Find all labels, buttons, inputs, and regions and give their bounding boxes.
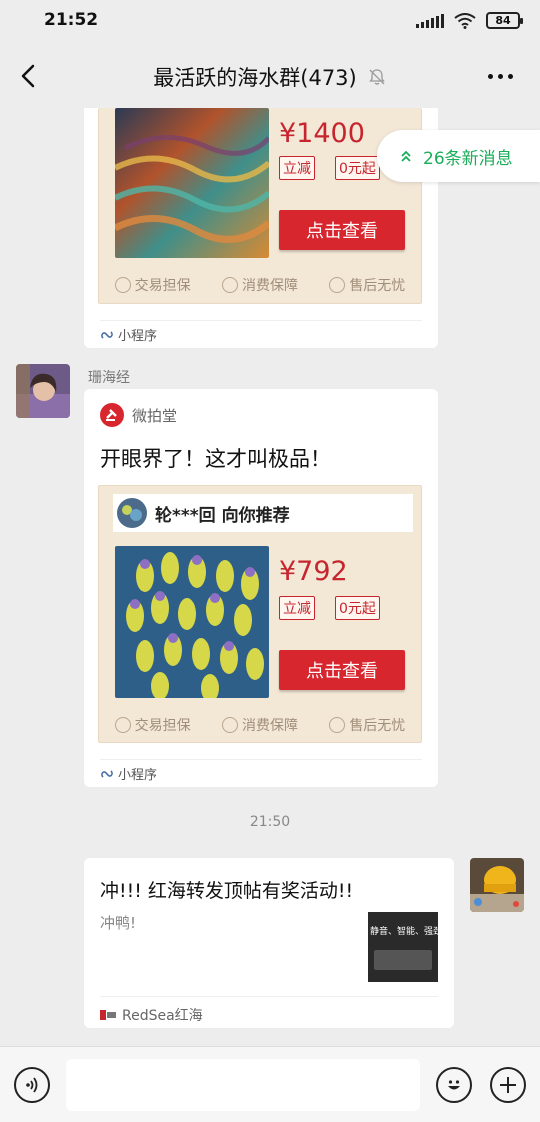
view-button-2[interactable]: 点击查看 [279,650,405,690]
link-desc-3: 冲鸭! [100,914,137,932]
signal-icon [416,13,444,28]
message-card-2[interactable]: 微拍堂 开眼界了！这才叫极品！ 轮***回 向你推荐 ¥792 立减 0元起 点… [84,389,438,787]
battery-icon: 84 [486,12,523,29]
guarantee-icon [114,277,131,293]
plus-icon [500,1077,516,1093]
redsea-logo-icon [100,1010,116,1020]
thumbnail-text: 静音、智能、强劲 [370,927,438,937]
recommender-row: 轮***回 向你推荐 [113,494,413,532]
app-header-2: 微拍堂 [100,403,177,427]
guarantee-icon [221,277,238,293]
guarantee-icon [329,717,346,733]
status-time: 21:52 [44,10,99,30]
miniprogram-label-2: 小程序 [100,759,422,787]
message-input[interactable] [66,1059,420,1111]
miniprogram-icon [101,769,113,778]
input-bar [0,1046,540,1122]
wifi-icon [454,12,476,29]
link-source-3: RedSea红海 [100,996,438,1025]
price-1: ¥1400 [279,118,365,149]
app-name-2: 微拍堂 [132,406,178,425]
title-bar: 最活跃的海水群(473) [0,44,540,108]
tag-discount-1: 立减 [279,156,315,180]
chat-timestamp: 21:50 [249,814,291,830]
more-icon[interactable] [488,66,518,86]
message-text-2: 开眼界了！这才叫极品！ [100,447,331,471]
guarantee-icon [114,717,131,733]
emoji-button[interactable] [436,1067,472,1103]
tag-zero-start-2: 0元起 [335,596,380,620]
coral-image-2 [115,546,269,698]
status-icons: 84 [416,12,523,29]
view-button-1[interactable]: 点击查看 [279,210,405,250]
new-messages-label: 26条新消息 [423,148,513,169]
recommender-text: 轮***回 向你推荐 [155,505,290,526]
plus-button[interactable] [490,1067,526,1103]
avatar-sender-2[interactable] [16,364,70,418]
voice-button[interactable] [14,1067,50,1103]
product-card-1[interactable]: ¥1400 立减 0元起 点击查看 交易担保 消费保障 售后无忧 [98,108,422,304]
emoji-icon [448,1080,460,1090]
guarantee-icon [329,277,346,293]
avatar-self[interactable] [470,858,524,912]
voice-icon [26,1077,38,1093]
product-card-2[interactable]: 轮***回 向你推荐 ¥792 立减 0元起 点击查看 交易担保 消费保障 售后… [98,485,422,743]
link-thumbnail-3: 静音、智能、强劲 [368,912,438,982]
guarantees-2: 交易担保 消费保障 售后无忧 [99,708,421,742]
double-chevron-up-icon [401,150,411,162]
chat-title: 最活跃的海水群(473) [153,66,357,90]
guarantees-1: 交易担保 消费保障 售后无忧 [99,268,421,302]
guarantee-icon [221,717,238,733]
tag-discount-2: 立减 [279,596,315,620]
miniprogram-label-1: 小程序 [100,320,422,348]
sender-name-2: 珊海经 [88,370,130,386]
price-2: ¥792 [279,556,348,587]
tag-zero-start-1: 0元起 [335,156,380,180]
status-bar: 21:52 84 [0,0,540,44]
coral-image-1 [115,108,269,258]
link-title-3: 冲!!! 红海转发顶帖有奖活动!! [100,880,354,902]
weipaitang-logo-icon [100,403,124,427]
new-messages-pill[interactable]: 26条新消息 [377,130,540,182]
recommender-avatar [117,498,147,528]
miniprogram-icon [101,330,113,339]
message-card-3[interactable]: 冲!!! 红海转发顶帖有奖活动!! 冲鸭! 静音、智能、强劲 RedSea红海 [84,858,454,1028]
battery-level: 84 [495,14,511,27]
mute-icon [368,69,385,85]
link-source-name: RedSea红海 [122,1008,203,1024]
